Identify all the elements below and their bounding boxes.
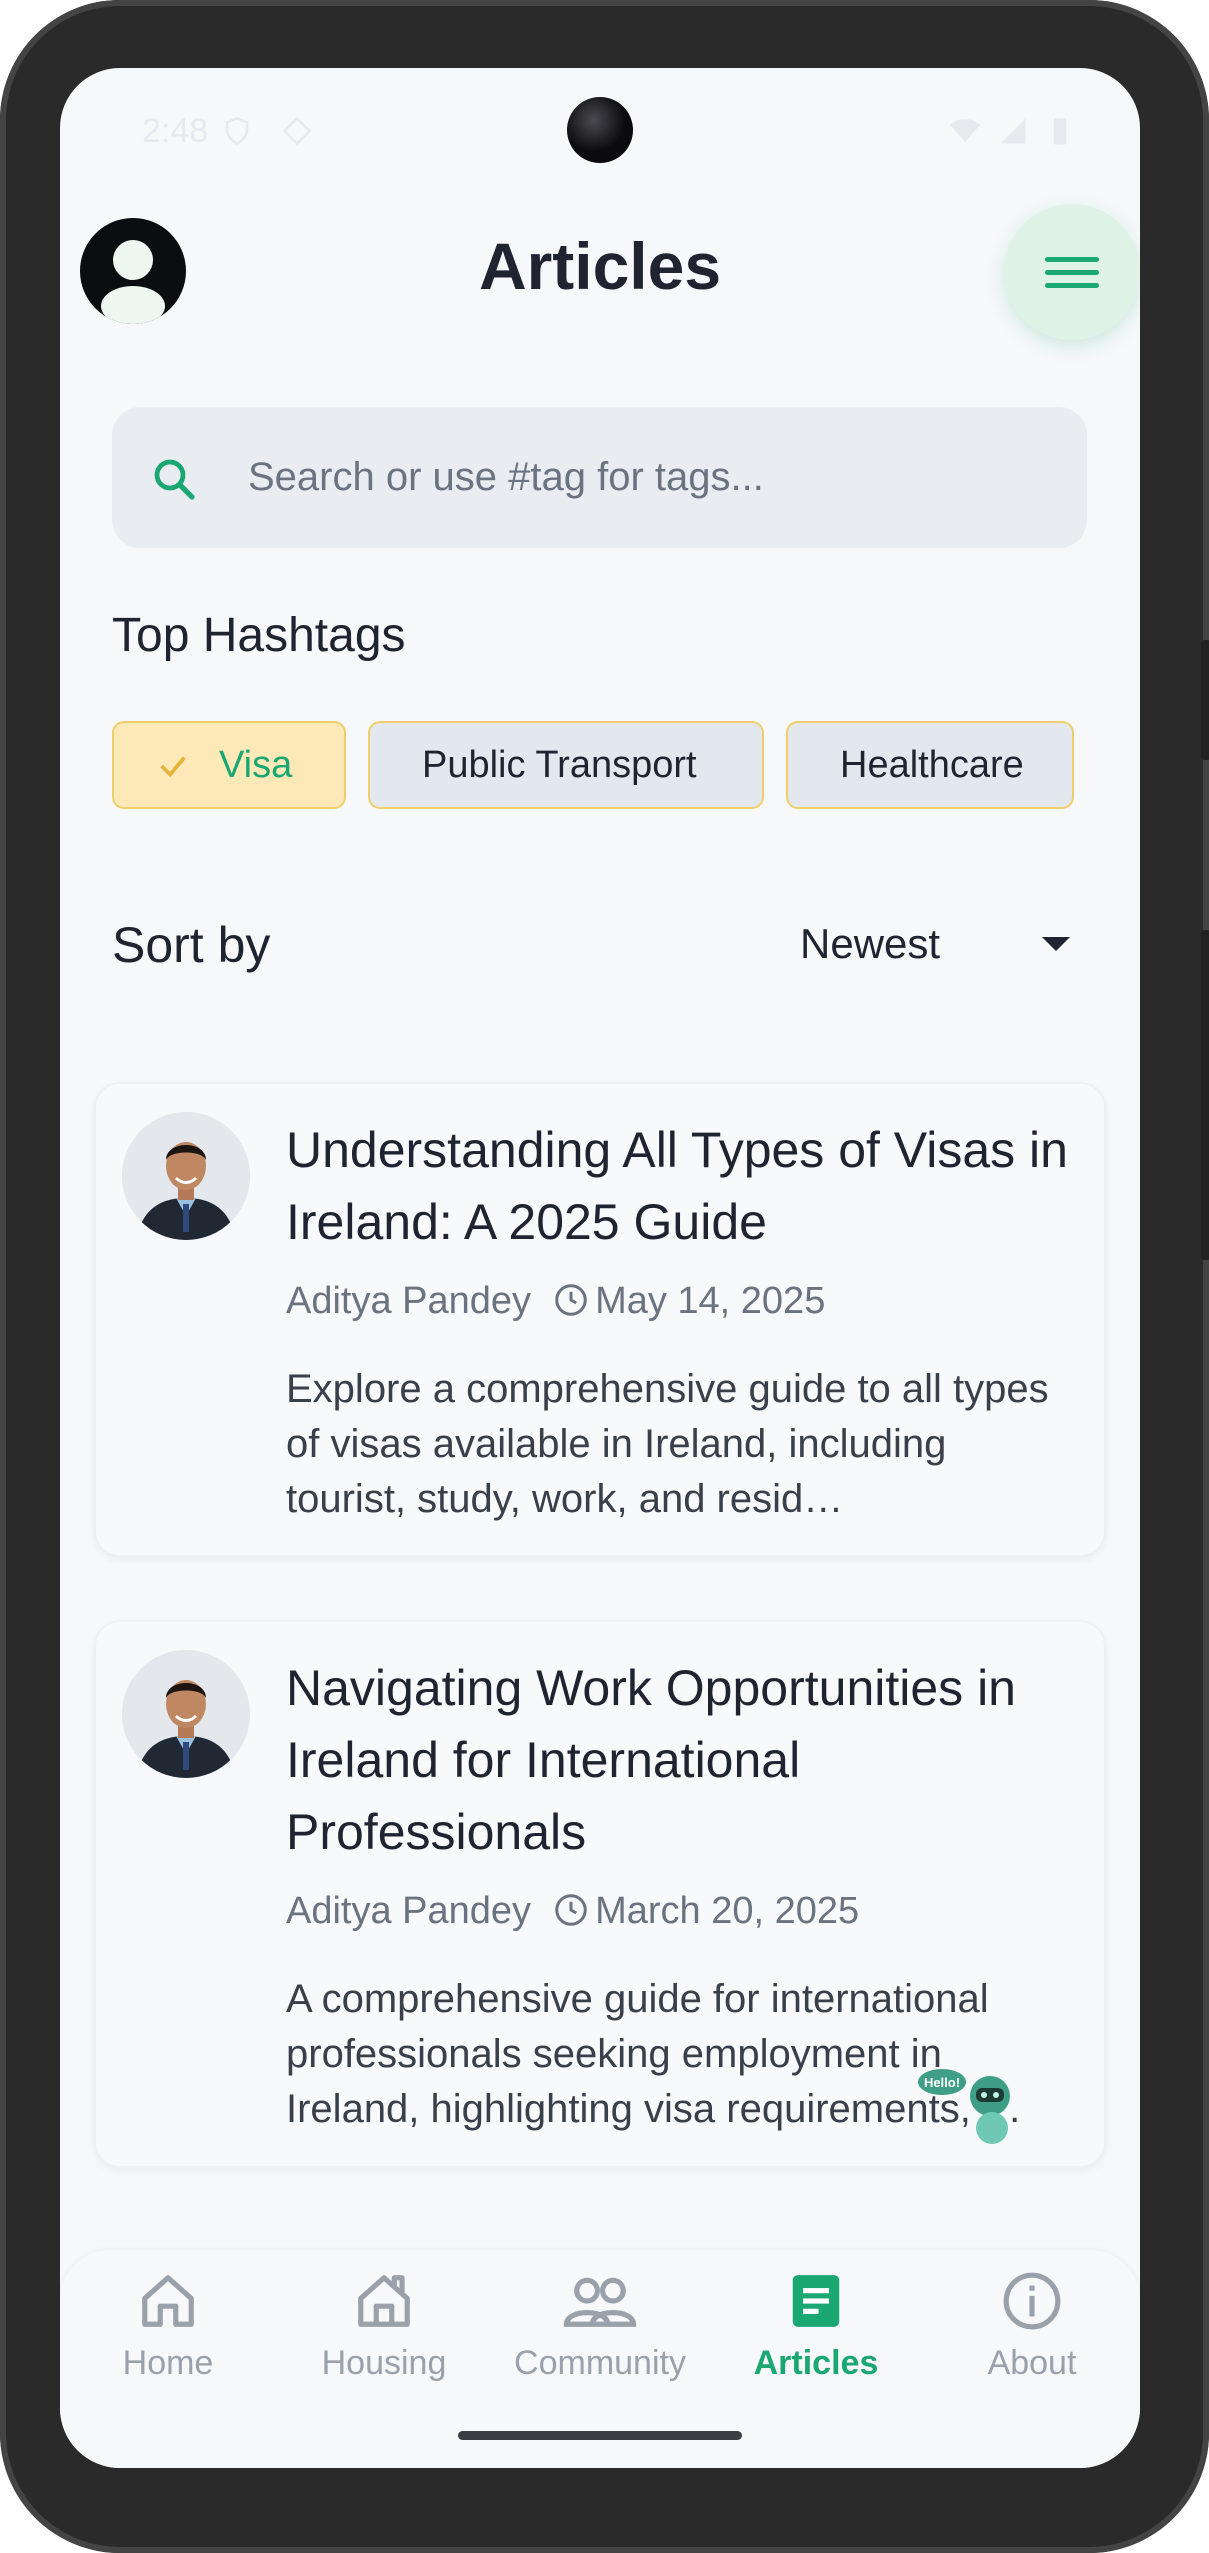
nav-label: Housing	[321, 2344, 447, 2382]
nav-articles[interactable]: Articles	[716, 2270, 916, 2410]
home-indicator[interactable]	[458, 2431, 742, 2440]
top-hashtags-title: Top Hashtags	[112, 609, 406, 662]
hamburger-line	[1045, 270, 1099, 275]
nav-label: About	[987, 2344, 1077, 2382]
volume-button	[1201, 930, 1209, 1260]
author-avatar	[122, 1112, 250, 1240]
article-date: March 20, 2025	[595, 1890, 860, 1932]
assistant-button[interactable]: Hello!	[918, 2068, 1028, 2148]
robot-icon: Hello!	[918, 2069, 1010, 2144]
article-title[interactable]: Navigating Work Opportunities in Ireland…	[286, 1652, 1086, 1868]
search-bar[interactable]	[112, 407, 1087, 548]
nav-label: Home	[122, 2344, 214, 2382]
article-title[interactable]: Understanding All Types of Visas in Irel…	[286, 1114, 1086, 1258]
search-icon	[154, 459, 195, 500]
assistant-bubble-text: Hello!	[924, 2075, 960, 2090]
phone-frame: 2:48 Articles Search or use #tag for tag…	[0, 0, 1209, 2553]
check-icon	[160, 756, 186, 778]
menu-button[interactable]	[1004, 204, 1140, 340]
sort-select[interactable]: Newest	[800, 920, 940, 968]
article-date: May 14, 2025	[595, 1280, 826, 1322]
author-photo-icon	[122, 1112, 250, 1240]
status-bar: 2:48	[60, 68, 1140, 198]
chip-visa[interactable]: Visa	[112, 721, 346, 809]
chip-label: Healthcare	[840, 744, 1024, 786]
home-icon	[142, 2275, 194, 2327]
nav-home[interactable]: Home	[68, 2270, 268, 2410]
power-button	[1201, 640, 1209, 760]
nav-housing[interactable]: Housing	[284, 2270, 484, 2410]
chip-public-transport[interactable]: Public Transport	[368, 721, 764, 809]
chevron-down-icon[interactable]	[1042, 937, 1070, 951]
app-screen: 2:48 Articles Search or use #tag for tag…	[60, 68, 1140, 2468]
author-photo-icon	[122, 1650, 250, 1778]
article-meta: Aditya Pandey March 20, 2025	[286, 1890, 859, 1933]
clock-icon	[555, 1894, 587, 1926]
location-icon	[282, 116, 312, 146]
sort-label: Sort by	[112, 917, 271, 973]
nav-label: Articles	[753, 2344, 879, 2382]
nav-community[interactable]: Community	[500, 2270, 700, 2410]
status-time: 2:48	[142, 112, 209, 150]
shield-icon	[225, 117, 249, 145]
housing-icon	[358, 2275, 410, 2327]
battery-icon	[1053, 118, 1067, 145]
chip-label: Public Transport	[422, 744, 697, 786]
wifi-icon	[950, 119, 980, 143]
info-icon	[1003, 2272, 1061, 2330]
hashtag-chips: Visa Public Transport Healthcare	[112, 721, 1112, 811]
signal-icon	[1000, 118, 1026, 144]
chip-healthcare[interactable]: Healthcare	[786, 721, 1074, 809]
front-camera	[567, 97, 633, 163]
community-icon	[563, 2277, 637, 2327]
clock-icon	[555, 1284, 587, 1316]
nav-about[interactable]: About	[932, 2270, 1132, 2410]
author-avatar	[122, 1650, 250, 1778]
article-excerpt: Explore a comprehensive guide to all typ…	[286, 1367, 1049, 1521]
article-author: Aditya Pandey	[286, 1890, 532, 1932]
hamburger-menu-icon	[1045, 257, 1099, 262]
article-meta: Aditya Pandey May 14, 2025	[286, 1280, 825, 1323]
nav-label: Community	[514, 2344, 686, 2382]
page-title: Articles	[478, 229, 722, 303]
search-input[interactable]	[248, 437, 1048, 517]
hamburger-line	[1045, 283, 1099, 288]
article-author: Aditya Pandey	[286, 1280, 532, 1322]
chip-label: Visa	[219, 744, 293, 786]
article-card[interactable]: Understanding All Types of Visas in Irel…	[94, 1082, 1106, 1557]
articles-icon	[792, 2275, 840, 2327]
